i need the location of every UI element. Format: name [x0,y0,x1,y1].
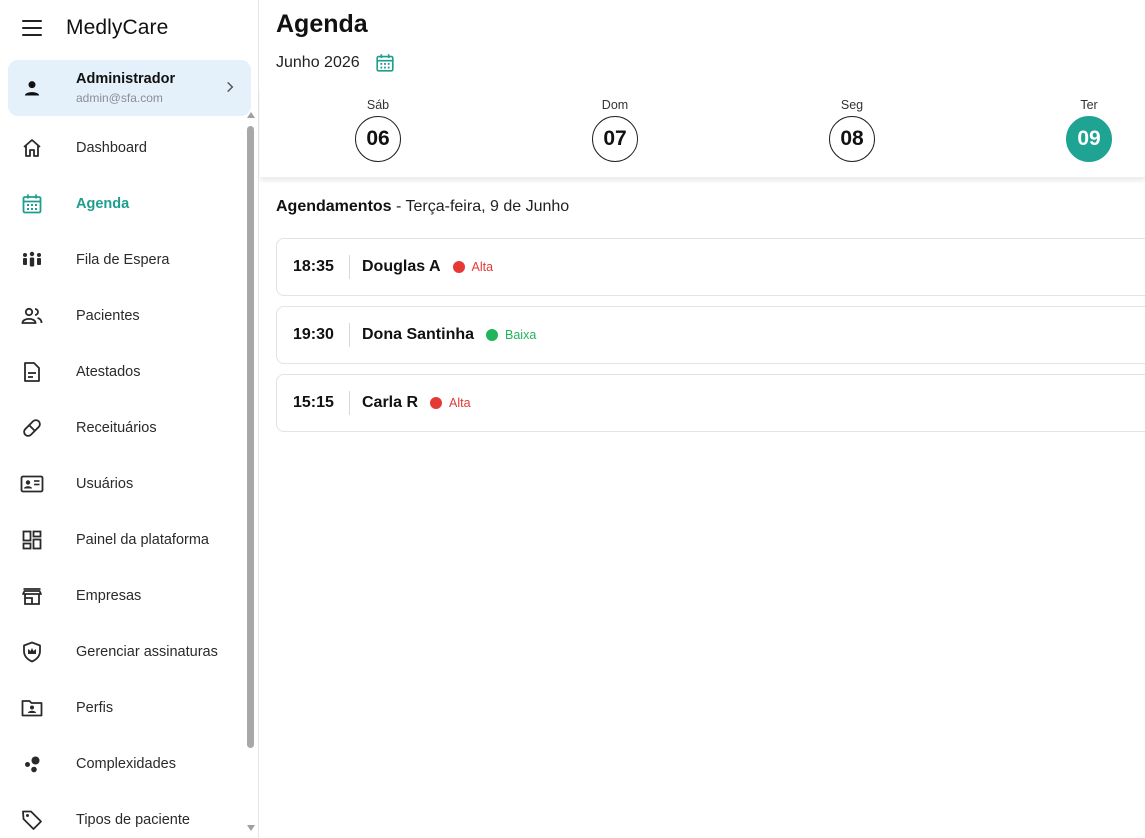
priority-label: Alta [449,396,471,410]
appointments-list: 18:35 Douglas A Alta 19:30 Dona Santinha… [276,238,1145,442]
sidebar-item-tipos-de-paciente[interactable]: Tipos de paciente [0,792,244,838]
priority-dot-icon [486,329,499,341]
sidebar: MedlyCare Administrador admin@sfa.com Da… [0,0,259,838]
pill-icon [23,419,41,437]
appointment-time: 18:35 [293,258,334,275]
sidebar-item-label: Receituários [76,420,157,436]
sidebar-item-label: Empresas [76,588,142,604]
people-queue-icon [23,251,41,267]
sidebar-item-complexidades[interactable]: Complexidades [0,736,244,792]
sidebar-item-label: Dashboard [76,140,147,156]
tag-icon [22,810,42,830]
scroll-thumb[interactable] [247,126,254,748]
month-label: Junho 2026 [276,54,360,71]
scroll-down-arrow-icon[interactable] [247,825,255,831]
appointment-patient: Douglas A [362,258,441,275]
appointments-heading: Agendamentos - Terça-feira, 9 de Junho [276,198,569,216]
divider [349,391,350,415]
profile-folder-icon [21,700,43,717]
id-card-icon [20,475,44,493]
sidebar-item-pacientes[interactable]: Pacientes [0,288,244,344]
sidebar-item-receituarios[interactable]: Receituários [0,400,244,456]
home-icon [23,139,41,157]
patients-icon [21,307,43,324]
chevron-right-icon [227,81,234,93]
appointment-card[interactable]: 15:15 Carla R Alta [276,374,1145,432]
appointment-card[interactable]: 19:30 Dona Santinha Baixa [276,306,1145,364]
sidebar-item-label: Usuários [76,476,134,492]
priority-label: Baixa [505,328,537,342]
scroll-up-arrow-icon[interactable] [247,112,255,118]
sidebar-item-empresas[interactable]: Empresas [0,568,244,624]
user-email: admin@sfa.com [76,91,163,105]
sidebar-item-label: Atestados [76,364,141,380]
sidebar-item-label: Perfis [76,700,114,716]
appointment-time: 15:15 [293,394,334,411]
brand-name: MedlyCare [66,16,169,39]
sidebar-item-usuarios[interactable]: Usuários [0,456,244,512]
appointments-heading-bold: Agendamentos [276,198,392,215]
document-icon [24,362,40,382]
shield-crown-icon [23,641,41,663]
day-number: 06 [355,116,401,162]
divider [349,323,350,347]
priority-label: Alta [471,260,494,274]
sidebar-item-label: Tipos de paciente [76,812,190,828]
sidebar-scrollbar[interactable] [245,110,257,835]
date-strip: Sáb 06 Dom 07 Seg 08 Ter 09 [260,88,1145,178]
day-sab[interactable]: Sáb 06 [348,98,408,162]
priority-dot-icon [430,397,443,409]
calendar-icon [22,194,42,214]
day-number: 07 [592,116,638,162]
sidebar-item-painel-da-plataforma[interactable]: Painel da plataforma [0,512,244,568]
month-selector: Junho 2026 [276,52,396,74]
page-title: Agenda [276,10,368,38]
sidebar-item-fila-de-espera[interactable]: Fila de Espera [0,232,244,288]
day-number: 09 [1066,116,1112,162]
appointment-patient: Dona Santinha [362,326,475,343]
day-name: Dom [601,98,629,112]
day-ter[interactable]: Ter 09 [1059,98,1119,162]
sidebar-item-label: Complexidades [76,756,176,772]
day-name: Sáb [366,98,390,112]
sidebar-item-dashboard[interactable]: Dashboard [0,120,244,176]
day-number: 08 [829,116,875,162]
day-dom[interactable]: Dom 07 [585,98,645,162]
appointment-patient: Carla R [362,394,419,411]
sidebar-item-atestados[interactable]: Atestados [0,344,244,400]
user-card[interactable]: Administrador admin@sfa.com [8,60,251,116]
sidebar-item-agenda[interactable]: Agenda [0,176,244,232]
sidebar-item-label: Agenda [76,196,130,212]
appointment-time: 19:30 [293,326,334,343]
priority-dot-icon [452,261,465,273]
main-content: Agenda Junho 2026 Sáb 06 Dom 07 Seg 08 T… [260,0,1145,838]
user-info: Administrador admin@sfa.com [76,71,175,105]
sidebar-item-label: Fila de Espera [76,252,170,268]
bubbles-icon [25,756,40,773]
sidebar-item-gerenciar-assinaturas[interactable]: Gerenciar assinaturas [0,624,244,680]
day-name: Seg [840,98,864,112]
sidebar-item-label: Painel da plataforma [76,532,209,548]
user-name: Administrador [76,71,176,87]
appointment-card[interactable]: 18:35 Douglas A Alta [276,238,1145,296]
calendar-icon[interactable] [374,52,396,74]
brand-row: MedlyCare [0,0,258,56]
person-icon [24,81,40,96]
sidebar-nav: Dashboard Agenda Fila de Espera Paciente… [0,120,244,838]
sidebar-item-perfis[interactable]: Perfis [0,680,244,736]
divider [349,255,350,279]
dashboard-grid-icon [22,530,42,550]
day-seg[interactable]: Seg 08 [822,98,882,162]
appointments-heading-date: - Terça-feira, 9 de Junho [391,198,570,215]
day-name: Ter [1080,98,1098,112]
sidebar-item-label: Pacientes [76,308,140,324]
sidebar-item-label: Gerenciar assinaturas [76,644,218,660]
menu-icon[interactable] [22,20,44,36]
store-icon [22,588,42,605]
